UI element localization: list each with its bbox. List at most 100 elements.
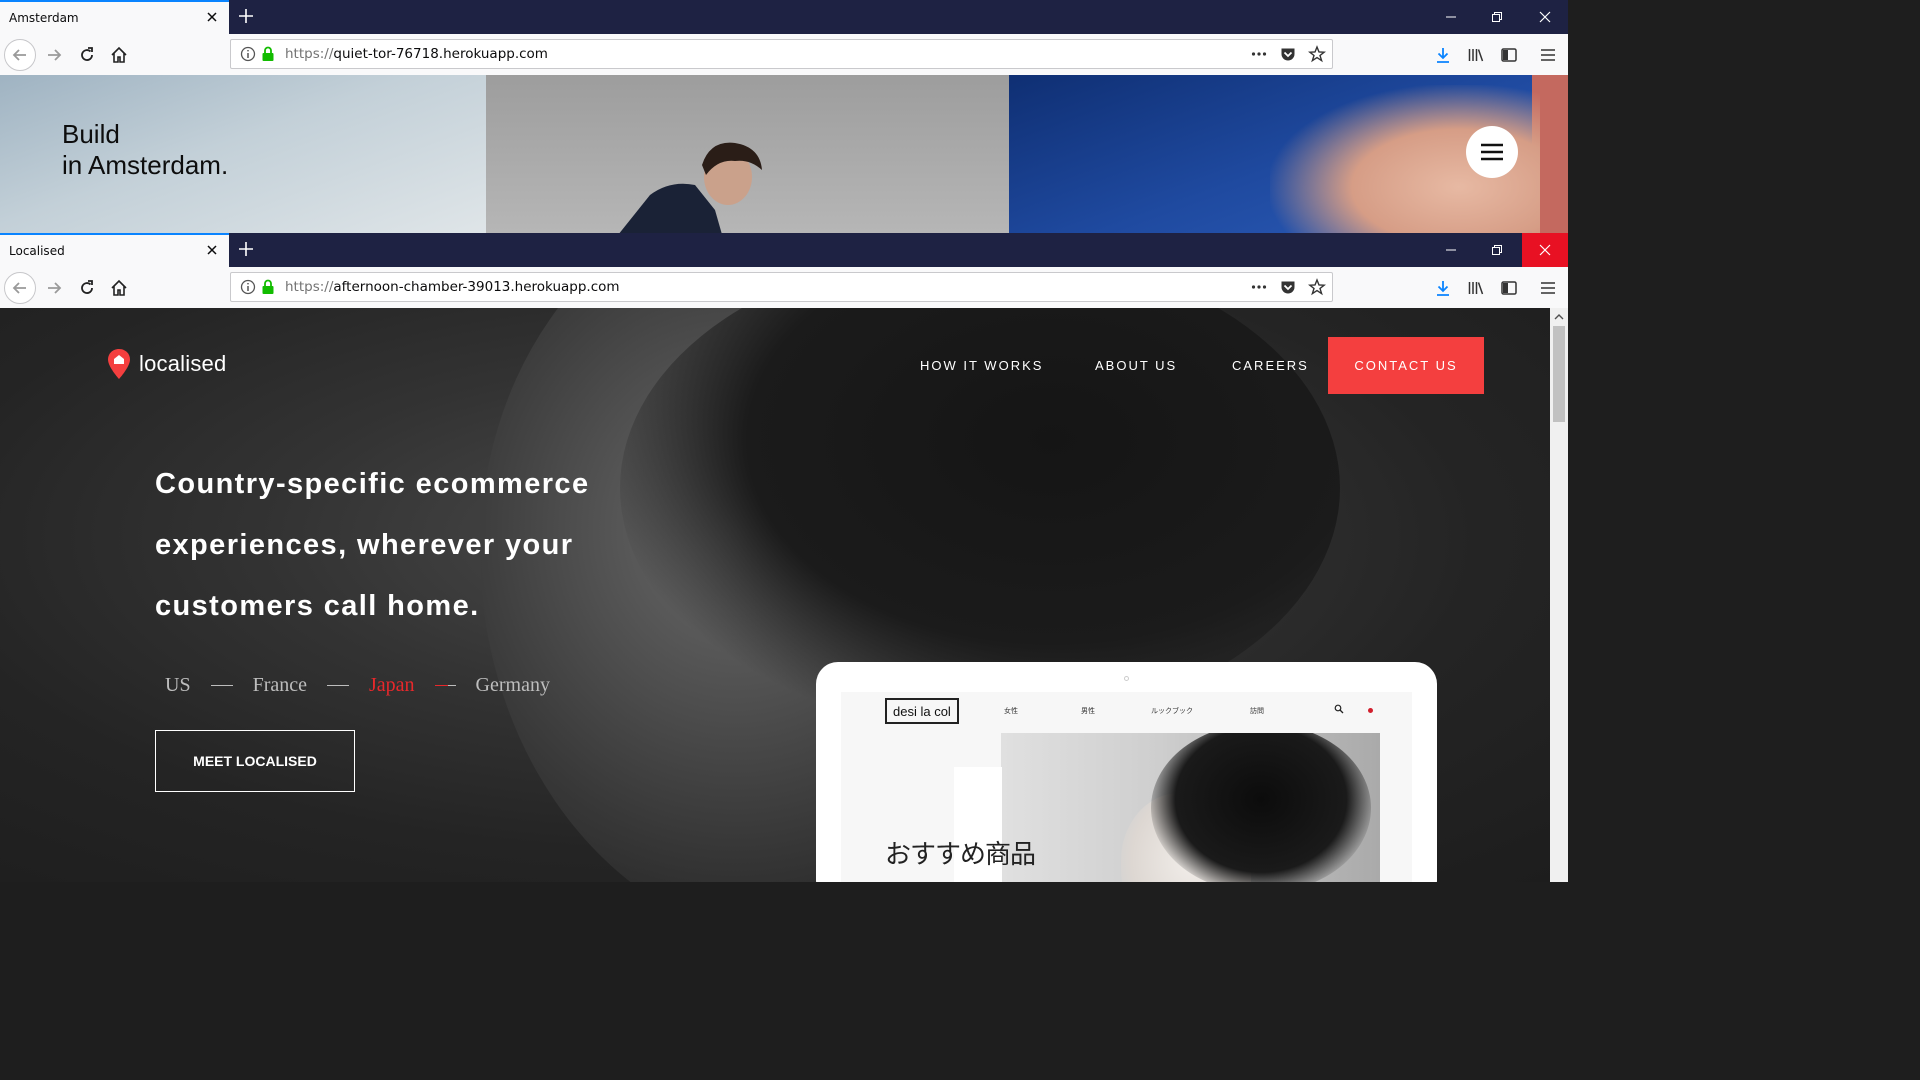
url-text: https://quiet-tor-76718.herokuapp.com [285,46,548,62]
forward-button[interactable] [38,272,70,304]
url-text: https://afternoon-chamber-39013.herokuap… [285,279,620,295]
hero-line-1: Country-specific ecommerce [155,468,590,500]
meet-localised-button[interactable]: MEET LOCALISED [155,730,355,792]
reload-button[interactable] [71,272,103,304]
library-icon[interactable] [1467,279,1485,297]
close-icon [1539,244,1551,256]
country-france[interactable]: France [253,674,307,697]
separator [447,684,456,687]
separator [210,684,233,687]
bookmark-star-icon[interactable] [1308,278,1326,296]
close-icon [1539,11,1551,23]
new-tab-icon[interactable] [236,6,256,26]
tablet-screen: desi la col 女性 男性 ルックブック 訪問 おすすめ商品 [841,692,1412,882]
reload-icon [81,47,93,61]
lock-icon[interactable] [259,278,277,296]
pocket-icon[interactable] [1279,278,1297,296]
country-germany[interactable]: Germany [476,674,550,697]
mockup-nav-men: 男性 [1081,707,1095,715]
country-japan[interactable]: Japan [369,674,415,697]
menu-icon[interactable] [1539,279,1557,297]
close-window-button[interactable] [1522,0,1568,34]
library-icon[interactable] [1467,46,1485,64]
nav-link-label[interactable]: HOW IT WORKS [920,358,1043,373]
mockup-nav-visit: 訪問 [1250,707,1264,715]
person-figure [619,142,762,233]
mockup-search-icon [1334,704,1344,714]
amsterdam-page: Build in Amsterdam. [0,75,1568,233]
title-line-2: in Amsterdam. [62,150,229,180]
mockup-nav-women: 女性 [1004,707,1018,715]
title-line-1: Build [62,119,120,149]
url-protocol: https:// [285,46,334,62]
url-host: quiet-tor-76718.herokuapp.com [333,46,548,62]
back-button[interactable] [4,39,36,71]
nav-toolbar: https://quiet-tor-76718.herokuapp.com [0,34,1568,76]
nav-link-label[interactable]: CAREERS [1232,358,1309,373]
nav-how-it-works[interactable]: HOW IT WORKS [920,337,1043,394]
restore-icon [1492,245,1502,255]
page-actions-icon[interactable] [1250,45,1268,63]
url-protocol: https:// [285,279,334,295]
close-window-button[interactable] [1522,233,1568,267]
restore-icon [1492,12,1502,22]
page-actions-icon[interactable] [1250,278,1268,296]
contact-us-button[interactable]: CONTACT US [1328,337,1484,394]
lock-icon[interactable] [259,45,277,63]
menu-icon[interactable] [1539,46,1557,64]
nav-about-us[interactable]: ABOUT US [1095,337,1177,394]
close-tab-icon[interactable] [204,9,220,25]
country-us[interactable]: US [165,674,191,697]
tab-amsterdam[interactable]: Amsterdam [0,0,229,34]
address-bar[interactable]: https://afternoon-chamber-39013.herokuap… [230,272,1333,302]
downloads-icon[interactable] [1434,279,1452,297]
localised-page: localised HOW IT WORKS ABOUT US CAREERS … [0,308,1550,882]
minimize-button[interactable] [1428,0,1474,34]
sidebar-icon[interactable] [1500,279,1518,297]
meet-localised-label: MEET LOCALISED [193,753,317,769]
separator [327,684,349,687]
separator-active [434,684,448,687]
sidebar-icon[interactable] [1500,46,1518,64]
nav-careers[interactable]: CAREERS [1232,337,1309,394]
site-logo[interactable]: localised [107,348,226,380]
restore-button[interactable] [1474,0,1520,34]
tab-title: Localised [9,244,65,258]
back-button[interactable] [4,272,36,304]
bookmark-star-icon[interactable] [1308,45,1326,63]
home-button[interactable] [103,39,135,71]
minimize-icon [1446,249,1456,251]
photo-hair [1151,733,1371,882]
close-tab-icon[interactable] [204,242,220,258]
nav-link-label[interactable]: ABOUT US [1095,358,1177,373]
restore-button[interactable] [1474,233,1520,267]
page-scrollbar[interactable] [1550,308,1568,882]
hero-heading: Country-specific ecommerce experiences, … [155,454,675,637]
tab-strip: Localised [0,233,1568,267]
info-icon[interactable] [239,278,257,296]
page-title: Build in Amsterdam. [62,119,228,181]
hamburger-icon [1481,143,1503,161]
back-arrow-icon [12,282,26,294]
reload-icon [81,280,93,294]
scrollbar-thumb[interactable] [1553,326,1565,422]
tab-localised[interactable]: Localised [0,233,229,267]
forward-button[interactable] [38,39,70,71]
reload-button[interactable] [71,39,103,71]
map-pin-icon [108,349,130,379]
nav-toolbar: https://afternoon-chamber-39013.herokuap… [0,267,1568,309]
new-tab-icon[interactable] [236,239,256,259]
forward-arrow-icon [48,49,62,61]
home-button[interactable] [103,272,135,304]
url-host: afternoon-chamber-39013.herokuapp.com [333,279,620,295]
back-arrow-icon [12,49,26,61]
downloads-icon[interactable] [1434,46,1452,64]
scroll-up-arrow-icon[interactable] [1554,312,1564,322]
pocket-icon[interactable] [1279,45,1297,63]
info-icon[interactable] [239,45,257,63]
forward-arrow-icon [48,282,62,294]
minimize-button[interactable] [1428,233,1474,267]
address-bar[interactable]: https://quiet-tor-76718.herokuapp.com [230,39,1333,69]
mockup-site-logo: desi la col [885,698,959,724]
hamburger-menu-button[interactable] [1466,126,1518,178]
